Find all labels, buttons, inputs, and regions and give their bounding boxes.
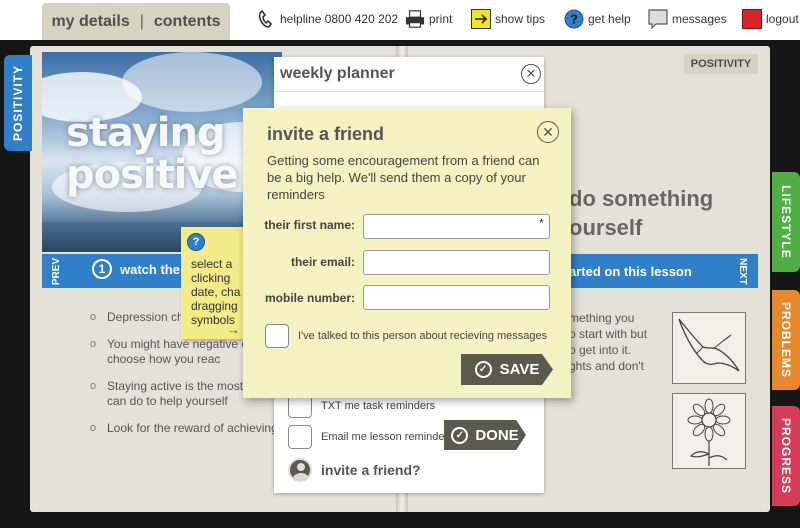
help-icon: ? <box>564 9 584 29</box>
email-reminder-label: Email me lesson reminder <box>321 431 449 443</box>
email-label: their email: <box>290 255 355 269</box>
my-details-link[interactable]: my details <box>51 13 129 31</box>
printer-icon <box>405 9 425 29</box>
required-marker: * <box>539 216 544 230</box>
lesson-body-text: mething you o start with but o get into … <box>569 310 669 374</box>
phone-icon <box>256 9 276 29</box>
email-input[interactable] <box>363 250 550 275</box>
contents-link[interactable]: contents <box>154 13 221 31</box>
tab-positivity[interactable]: POSITIVITY <box>4 55 32 151</box>
planner-title: weekly planner <box>280 65 395 82</box>
watch-step[interactable]: 1 watch the <box>92 259 180 279</box>
done-label: DONE <box>475 426 519 444</box>
get-help-label: get help <box>588 12 631 26</box>
section-label: POSITIVITY <box>684 54 758 74</box>
lesson-heading-line: ourself <box>569 215 643 240</box>
watch-label: watch the <box>120 261 180 277</box>
body-line: ghts and don't <box>569 359 645 373</box>
help-icon[interactable]: ? <box>187 233 205 251</box>
body-line: o get into it. <box>569 343 632 357</box>
show-tips-label: show tips <box>495 12 546 26</box>
save-button[interactable]: ✓ SAVE <box>461 354 553 385</box>
next-label: NEXT <box>736 257 748 285</box>
person-icon <box>288 458 312 482</box>
email-reminder-checkbox[interactable] <box>288 425 312 449</box>
logout-icon <box>742 9 762 29</box>
tab-separator: | <box>139 12 144 30</box>
prev-label: PREV <box>51 257 63 285</box>
lesson-heading-line: do something <box>569 186 714 211</box>
get-help-button[interactable]: ? get help <box>564 9 631 29</box>
helpline-text: helpline 0800 420 202 <box>280 12 399 26</box>
check-icon: ✓ <box>451 426 469 444</box>
check-icon: ✓ <box>474 361 492 378</box>
body-line: o start with but <box>569 327 648 341</box>
save-label: SAVE <box>499 361 540 378</box>
print-button[interactable]: print <box>405 9 452 29</box>
logout-label: logout <box>766 12 799 26</box>
invite-friend-dialog: invite a friend ✕ Getting some encourage… <box>243 108 571 398</box>
first-name-input[interactable] <box>363 214 550 239</box>
hero-title: staying positive <box>66 110 239 198</box>
step-number: 1 <box>92 259 112 279</box>
helpline-item: helpline 0800 420 202 <box>256 9 398 29</box>
close-icon[interactable]: ✕ <box>537 121 559 143</box>
consent-label: I've talked to this person about recievi… <box>298 330 548 342</box>
tab-positivity-label: POSITIVITY <box>11 64 26 142</box>
done-button[interactable]: ✓ DONE <box>444 420 526 450</box>
print-label: print <box>429 12 453 26</box>
hero-title-line: positive <box>66 152 239 198</box>
tab-progress-label: PROGRESS <box>779 417 794 495</box>
next-button[interactable]: NEXT <box>726 254 758 288</box>
consent-row: I've talked to this person about recievi… <box>265 324 547 348</box>
invite-friend-label: invite a friend? <box>321 462 421 478</box>
messages-button[interactable]: messages <box>648 9 727 29</box>
divider <box>274 91 544 92</box>
arrow-right-icon: → <box>227 322 240 337</box>
account-tab: my details | contents <box>42 3 230 40</box>
first-name-label: their first name: <box>264 218 355 232</box>
arrow-right-icon <box>471 9 491 29</box>
messages-label: messages <box>672 12 727 26</box>
cloud-shape <box>122 52 262 112</box>
tab-progress[interactable]: PROGRESS <box>772 406 800 506</box>
dialog-title: invite a friend <box>267 124 385 144</box>
consent-checkbox[interactable] <box>265 324 289 348</box>
body-line: mething you <box>569 311 635 325</box>
tab-lifestyle-label: LIFESTYLE <box>779 185 794 259</box>
prev-button[interactable]: PREV <box>42 254 72 288</box>
tab-problems[interactable]: PROBLEMS <box>772 290 800 390</box>
show-tips-button[interactable]: show tips <box>471 9 545 29</box>
tab-lifestyle[interactable]: LIFESTYLE <box>772 172 800 272</box>
tab-problems-label: PROBLEMS <box>779 301 794 379</box>
invite-friend-link[interactable]: invite a friend? <box>288 458 421 482</box>
lesson-heading: do something ourself <box>569 184 713 242</box>
list-item: Look for the reward of achieving <box>90 421 280 436</box>
svg-text:?: ? <box>570 12 578 27</box>
mobile-label: mobile number: <box>264 291 355 305</box>
close-icon[interactable]: ✕ <box>521 64 541 84</box>
get-started-text: arted on this lesson <box>569 264 692 279</box>
flower-sketch-icon <box>672 393 746 469</box>
top-bar: my details | contents helpline 0800 420 … <box>0 0 800 40</box>
speech-bubble-icon <box>648 9 668 29</box>
txt-reminder-label: TXT me task reminders <box>321 400 436 412</box>
logout-button[interactable]: logout <box>742 9 799 29</box>
mobile-input[interactable] <box>363 285 550 310</box>
dialog-intro: Getting some encouragement from a friend… <box>267 153 540 202</box>
bird-sketch-icon <box>672 312 746 384</box>
hero-title-line: staying <box>66 110 226 156</box>
email-reminder-row: Email me lesson reminder <box>288 425 448 449</box>
